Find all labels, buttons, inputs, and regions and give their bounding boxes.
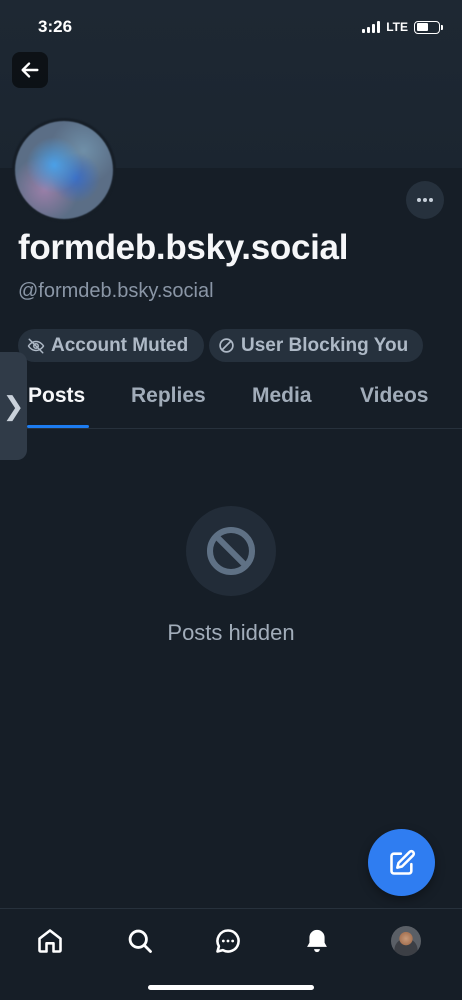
nav-profile[interactable]: [390, 925, 422, 957]
home-icon: [38, 929, 62, 953]
status-bar: 3:26 LTE: [0, 0, 462, 54]
profile-avatar-icon: [391, 926, 421, 956]
chat-icon: [216, 929, 240, 953]
posts-hidden-text: Posts hidden: [167, 620, 295, 645]
eye-off-icon: [27, 338, 45, 353]
home-indicator: [148, 985, 314, 990]
compose-button[interactable]: [368, 829, 435, 896]
ellipsis-icon: [417, 198, 433, 202]
active-tab-indicator: [27, 425, 89, 428]
account-muted-label: Account Muted: [51, 334, 189, 356]
ban-icon: [219, 338, 234, 353]
display-name: formdeb.bsky.social: [18, 228, 349, 267]
account-muted-badge[interactable]: Account Muted: [18, 329, 204, 362]
tab-posts[interactable]: Posts: [28, 384, 85, 408]
search-icon: [128, 929, 152, 953]
tab-media[interactable]: Media: [252, 384, 312, 408]
status-indicators: LTE: [362, 20, 443, 34]
bell-icon: [307, 929, 327, 953]
profile-handle: @formdeb.bsky.social: [18, 280, 214, 302]
nav-search[interactable]: [124, 925, 156, 957]
more-options-button[interactable]: [406, 181, 444, 219]
profile-tabs: Posts Replies Media Videos: [0, 372, 462, 429]
nav-chat[interactable]: [212, 925, 244, 957]
chevron-right-icon: ❯: [2, 390, 25, 421]
posts-hidden-icon-container: [186, 506, 276, 596]
user-blocking-badge[interactable]: User Blocking You: [209, 329, 423, 362]
battery-icon: [414, 20, 443, 34]
profile-avatar[interactable]: [12, 118, 116, 222]
ban-icon: [206, 526, 256, 576]
tab-replies[interactable]: Replies: [131, 384, 206, 408]
nav-notifications[interactable]: [301, 925, 333, 957]
arrow-left-icon: [21, 62, 39, 78]
compose-icon: [389, 849, 415, 875]
nav-home[interactable]: [34, 925, 66, 957]
status-time: 3:26: [38, 17, 73, 36]
signal-icon: [362, 21, 381, 33]
side-drawer-handle[interactable]: ❯: [0, 352, 27, 460]
back-button[interactable]: [12, 52, 48, 88]
tab-videos[interactable]: Videos: [360, 384, 428, 408]
network-label: LTE: [386, 20, 408, 34]
user-blocking-label: User Blocking You: [241, 334, 409, 356]
